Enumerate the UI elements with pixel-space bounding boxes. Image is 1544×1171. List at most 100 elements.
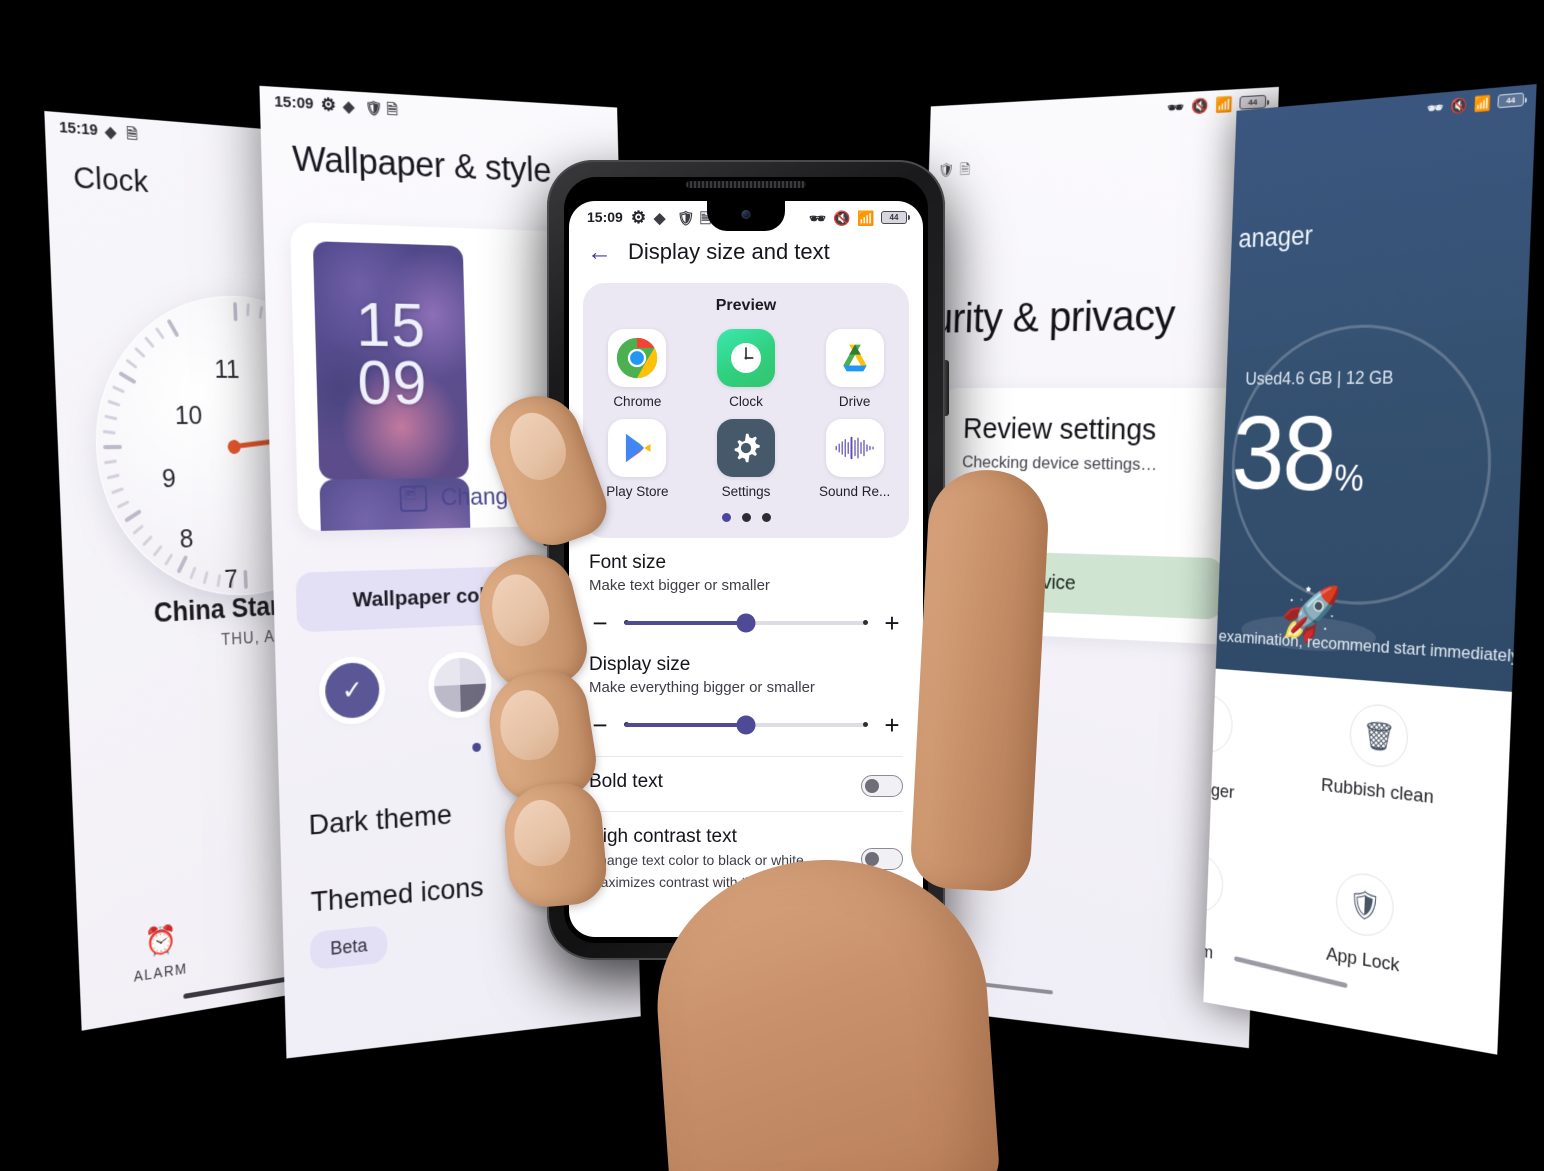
app-label: Sound Re... [819, 484, 891, 499]
status-right-group: 44 [1427, 91, 1525, 116]
sync-icon [104, 123, 119, 140]
back-arrow-icon[interactable]: ← [587, 239, 612, 265]
home-indicator[interactable] [183, 975, 294, 1000]
slider-end-right [863, 721, 868, 727]
chrome-icon [608, 329, 667, 387]
bluetooth-icon [1427, 99, 1442, 116]
app-cell-drive[interactable]: Drive [800, 329, 909, 409]
clock-number: 10 [174, 399, 203, 431]
bold-text-row[interactable]: Bold text [569, 757, 923, 797]
font-size-title: Font size [589, 552, 667, 573]
security-status-bar: 44 [930, 87, 1279, 127]
manager-hero: 44 anager Used4.6 GB | 12 GB 38% 🚀 exami… [1215, 84, 1537, 692]
percent-symbol: % [1333, 457, 1363, 499]
display-size-increase-button[interactable]: + [881, 712, 903, 738]
font-size-slider[interactable] [624, 613, 868, 633]
bold-text-title: Bold text [589, 771, 663, 792]
bluetooth-icon [809, 210, 824, 225]
app-label: Settings [721, 484, 771, 499]
tile-app-lock[interactable]: 🛡 App Lock [1285, 863, 1447, 984]
app-label: Clock [729, 394, 763, 409]
high-contrast-row[interactable]: High contrast text Change text color to … [569, 812, 923, 892]
app-header: ← Display size and text [569, 227, 923, 277]
slider-knob[interactable] [736, 613, 756, 633]
clock-number: 7 [223, 563, 239, 594]
display-size-title: Display size [589, 654, 691, 675]
battery-icon: 44 [881, 210, 910, 224]
sound-recorder-icon [825, 419, 884, 477]
usage-percent: 38% [1230, 393, 1364, 513]
font-size-decrease-button[interactable]: − [589, 610, 611, 636]
bluetooth-icon [1167, 98, 1182, 114]
high-contrast-title: High contrast text [589, 826, 737, 847]
display-size-slider-row: − + [589, 712, 903, 738]
clock-tick [232, 302, 238, 322]
slider-fill [625, 621, 746, 625]
tab-label: ALARM [133, 959, 188, 985]
page-title: urity & privacy [931, 291, 1176, 342]
hand-wrist [737, 1034, 967, 1171]
bold-text-toggle[interactable] [861, 775, 903, 797]
lockscreen-minute: 09 [356, 347, 429, 419]
phone-screen: 15:09 44 ← Display size and text [569, 201, 923, 937]
camera-notch [707, 201, 785, 231]
sync-icon [654, 210, 669, 225]
play-store-icon [608, 419, 667, 477]
display-size-slider[interactable] [624, 715, 868, 735]
phone-inner-bezel: 15:09 44 ← Display size and text [564, 177, 928, 943]
color-swatch-alt[interactable] [433, 656, 487, 714]
toggle-knob [865, 851, 879, 866]
doc-icon [960, 161, 974, 176]
tab-alarm[interactable]: ALARM [78, 914, 239, 993]
color-swatch-row: ✓ [324, 656, 487, 720]
hand-thumb [909, 467, 1051, 893]
page-dot[interactable] [741, 513, 751, 522]
shield-icon [365, 99, 380, 115]
themed-icons-row[interactable]: Themed icons [310, 871, 484, 919]
toggle-knob [865, 778, 879, 793]
font-size-increase-button[interactable]: + [881, 610, 903, 636]
page-dots [583, 513, 909, 522]
color-swatch-selected[interactable]: ✓ [324, 661, 380, 720]
wifi-icon [1215, 96, 1231, 112]
dark-theme-row[interactable]: Dark theme [308, 799, 452, 842]
font-size-subtitle: Make text bigger or smaller [589, 577, 770, 594]
tile-rubbish-clean[interactable]: 🗑 Rubbish clean [1298, 698, 1461, 812]
app-cell-sound-recorder[interactable]: Sound Re... [800, 419, 909, 499]
mute-icon [833, 210, 848, 225]
page-dot-active[interactable] [721, 513, 731, 522]
usage-percent-value: 38 [1230, 392, 1338, 514]
app-label: Chrome [613, 394, 662, 409]
page-title: anager [1238, 220, 1314, 254]
phone-manager-panel: 44 anager Used4.6 GB | 12 GB 38% 🚀 exami… [1203, 84, 1537, 1055]
status-time: 15:19 [58, 118, 99, 140]
slider-end-right [863, 619, 868, 625]
clock-tick [102, 444, 122, 450]
review-heading: Review settings [962, 413, 1157, 447]
app-cell-clock[interactable]: Clock [692, 329, 801, 409]
page-dot[interactable] [761, 513, 771, 522]
mute-icon [1191, 97, 1207, 113]
high-contrast-line1: Change text color to black or white. [589, 852, 808, 868]
slider-knob[interactable] [736, 715, 756, 735]
app-cell-settings[interactable]: Settings [692, 419, 801, 499]
beta-label: Beta [330, 934, 368, 959]
high-contrast-line2: Maximizes contrast with the background. [589, 873, 842, 890]
preview-card: Preview Chrome Clock Drive Play Store Se… [583, 283, 909, 538]
app-cell-chrome[interactable]: Chrome [583, 329, 692, 409]
security-secondary-icons [938, 161, 974, 177]
image-icon [399, 485, 428, 513]
check-icon: ✓ [341, 675, 364, 706]
app-preview-grid: Chrome Clock Drive Play Store Settings S… [583, 329, 909, 499]
beta-badge: Beta [309, 924, 388, 971]
sync-icon [343, 98, 358, 114]
status-right-group: 44 [809, 210, 910, 225]
wallpaper-thumbnail-1[interactable]: 15 09 [312, 241, 469, 480]
clock-number: 9 [161, 462, 177, 494]
mute-icon [1450, 97, 1465, 114]
high-contrast-toggle[interactable] [861, 848, 903, 870]
lockscreen-clock: 15 09 [314, 289, 467, 418]
doc-icon [126, 125, 141, 142]
home-indicator[interactable] [941, 977, 1053, 995]
center-phone-device: 15:09 44 ← Display size and text [543, 160, 949, 960]
